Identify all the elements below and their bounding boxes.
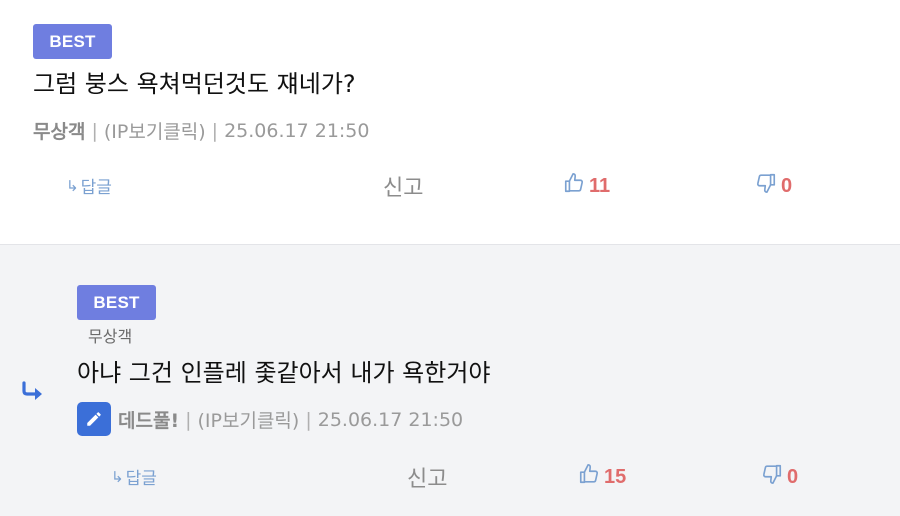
ip-view-link[interactable]: (IP보기클릭) [104,117,206,144]
like-button[interactable]: 11 [563,172,610,200]
like-count: 11 [589,174,611,197]
thumbs-up-icon [563,172,589,200]
dislike-count: 0 [787,465,799,488]
best-badge: BEST [77,285,156,320]
comment-timestamp: 25.06.17 21:50 [224,119,370,142]
like-count: 15 [604,465,627,488]
comment-item: BEST 그럼 붕스 욕쳐먹던것도 쟤네가? 무상객 | (IP보기클릭) | … [0,0,900,244]
report-button[interactable]: 신고 [383,170,423,202]
thumbs-up-icon [578,463,604,491]
report-label: 신고 [383,176,424,201]
reply-button[interactable]: ↳ 답글 [66,173,112,199]
pencil-icon [77,402,111,436]
reply-arrow-icon: ↳ [111,467,124,486]
comment-timestamp: 25.06.17 21:50 [317,408,464,431]
report-label: 신고 [407,467,448,492]
author-nickname[interactable]: 무상객 [33,117,85,144]
meta-separator: | [91,119,98,142]
reply-arrow-icon: ↳ [66,176,79,195]
reply-button[interactable]: ↳ 답글 [111,464,157,490]
reply-indicator-icon [20,381,46,407]
comment-meta: 데드풀! | (IP보기클릭) | 25.06.17 21:50 [118,406,463,433]
comment-meta: 무상객 | (IP보기클릭) | 25.06.17 21:50 [33,117,369,144]
like-button[interactable]: 15 [578,463,626,491]
report-button[interactable]: 신고 [407,461,447,493]
reply-label: 답글 [80,178,112,198]
reply-to-nickname: 무상객 [88,327,133,346]
author-nickname[interactable]: 데드풀! [118,406,179,433]
comment-text: 그럼 붕스 욕쳐먹던것도 쟤네가? [33,70,356,98]
reply-label: 답글 [125,469,157,489]
comment-text: 아냐 그건 인플레 좇같아서 내가 욕한거야 [77,359,491,387]
dislike-button[interactable]: 0 [755,172,792,200]
meta-separator: | [185,408,192,431]
thumbs-down-icon [761,463,787,491]
thumbs-down-icon [755,172,781,200]
best-badge: BEST [33,24,112,59]
meta-separator: | [211,119,219,142]
reply-comment-item: BEST 무상객 아냐 그건 인플레 좇같아서 내가 욕한거야 데드풀! | (… [0,244,900,516]
dislike-count: 0 [781,174,793,197]
ip-view-link[interactable]: (IP보기클릭) [198,406,300,433]
dislike-button[interactable]: 0 [761,463,798,491]
meta-separator: | [305,408,312,431]
